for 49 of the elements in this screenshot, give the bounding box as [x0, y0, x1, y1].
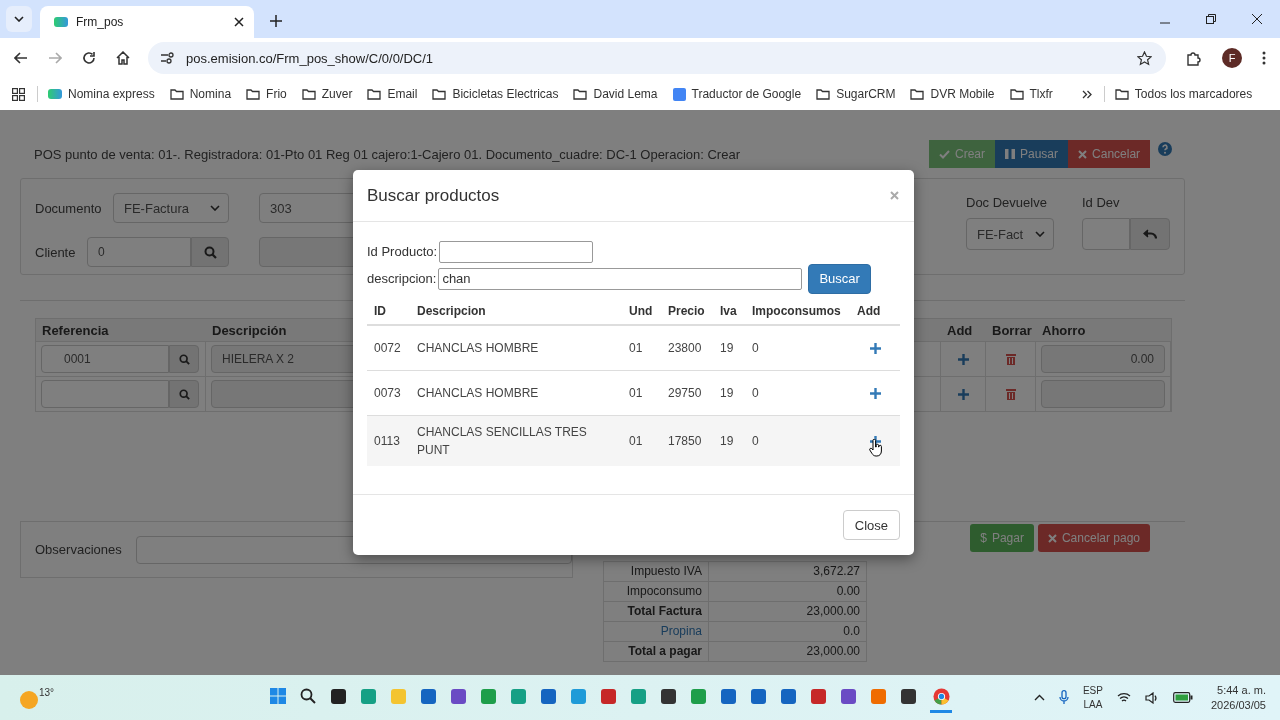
table-cell-text: 0072 [373, 340, 402, 357]
column-header: Referencia [41, 322, 110, 338]
column-header: Precio [667, 303, 706, 320]
total-value: 23,000.00 [805, 643, 861, 660]
total-value: 0.0 [842, 623, 861, 640]
total-label: Impuesto IVA [604, 562, 709, 581]
column-header: Impoconsumos [751, 303, 842, 320]
total-value: 3,672.27 [812, 563, 861, 580]
table-cell-text: 19 [719, 340, 735, 357]
column-header: Add [946, 322, 974, 338]
field-label: Id Dev [1082, 195, 1121, 210]
table-cell-text: 0073 [373, 385, 402, 402]
total-value: 0.00 [835, 583, 861, 600]
column-header: Ahorro [1041, 322, 1087, 338]
column-header: ID [373, 303, 387, 320]
total-value: 23,000.00 [805, 603, 861, 620]
field-label: Cliente [35, 244, 77, 260]
field-label: descripcion: [367, 271, 437, 286]
column-header: Descripcion [416, 303, 487, 320]
total-label: Total Factura [604, 602, 709, 621]
table-cell-text: 0 [751, 433, 760, 450]
column-header: Und [628, 303, 654, 320]
column-header: Descripción [211, 322, 288, 338]
table-cell-text: 01 [628, 340, 644, 357]
field-label: Doc Devuelve [966, 195, 1048, 210]
dollar-icon: $ [980, 531, 987, 545]
table-cell-text: CHANCLAS SENCILLAS TRES PUNT [416, 424, 588, 459]
page-header-text: POS punto de venta: 01-. Registradora: 01-Pto 01 Reg 01 cajero:1-Cajero 01. Documento_cuadre: DC-1 Operacion: Crear [34, 146, 741, 162]
table-cell-text: 0113 [373, 433, 401, 450]
total-label: Impoconsumo [604, 582, 709, 601]
table-cell-text: 01 [628, 433, 644, 450]
savings-field: 0.00 [1041, 345, 1165, 373]
total-label: Total a pagar [604, 642, 709, 661]
table-cell-text: 17850 [667, 433, 703, 450]
table-cell-text: CHANCLAS HOMBRE [416, 385, 540, 402]
field-label: Observaciones [35, 542, 122, 557]
table-cell-text: 01 [628, 385, 644, 402]
column-header: Add [856, 303, 882, 320]
table-cell-text: 0 [751, 340, 760, 357]
table-cell-text: 0 [751, 385, 760, 402]
field-label: Id Producto: [367, 244, 438, 259]
column-header: Iva [719, 303, 738, 320]
field-label: Documento [35, 200, 103, 216]
table-cell-text: CHANCLAS HOMBRE [416, 340, 540, 357]
table-cell-text: 19 [719, 385, 735, 402]
table-cell-text: 19 [719, 433, 735, 450]
table-cell-text: 29750 [667, 385, 703, 402]
table-cell-text: 23800 [667, 340, 703, 357]
column-header: Borrar [991, 322, 1033, 338]
